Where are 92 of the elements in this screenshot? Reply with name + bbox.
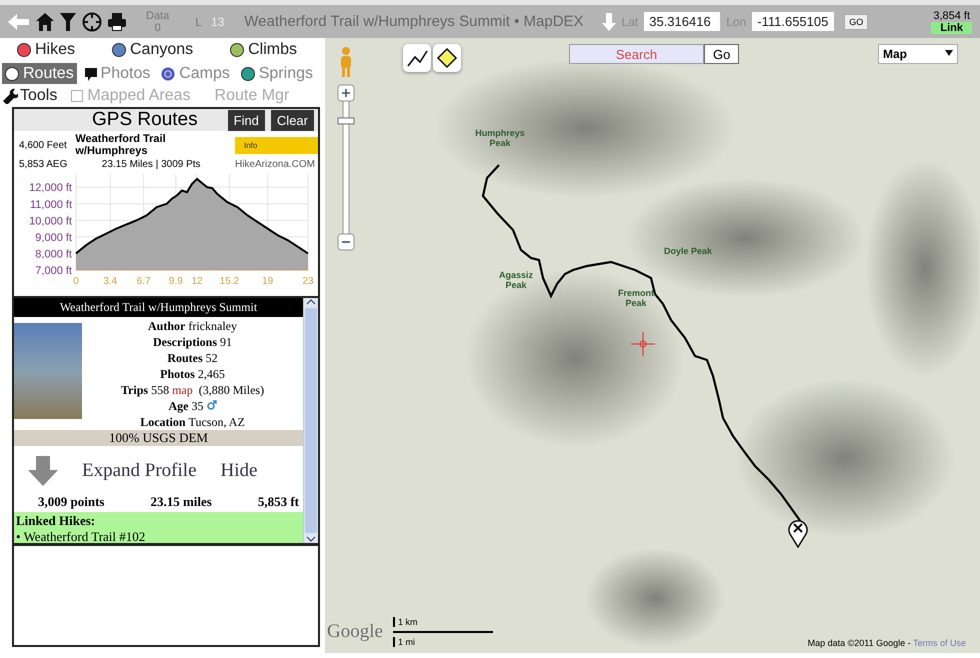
map-pin-icon (787, 518, 809, 548)
mapped-areas-label: Mapped Areas (87, 87, 191, 105)
go-button[interactable]: GO (844, 14, 868, 30)
profile-field: Descriptions 91 (153, 334, 232, 350)
lon-field[interactable]: -111.655105 (752, 12, 834, 31)
up-chevron-icon[interactable] (306, 298, 316, 306)
layer-toggle[interactable]: Climbs (227, 39, 300, 60)
crosshair-marker (630, 332, 656, 356)
data-label: Data (146, 10, 170, 22)
profile-field: Location Tucson, AZ (140, 414, 245, 430)
route-stat: 3,009 points (38, 494, 104, 510)
level-label: L (195, 14, 202, 28)
hide-link[interactable]: Hide (220, 460, 258, 482)
link-button[interactable]: Link (931, 22, 972, 34)
x-tick-label: 3.4 (103, 276, 118, 287)
wrench-icon (2, 88, 18, 104)
layer-toggle[interactable]: Hikes (14, 39, 78, 60)
zoom-slider-track[interactable] (342, 100, 350, 234)
map-attribution: Map data ©2011 Google - Terms of Use (808, 638, 966, 648)
linked-hike-link[interactable]: • Weatherford Trail #102 (16, 529, 301, 543)
panel-title: GPS Routes (91, 109, 199, 131)
zoom-slider-thumb[interactable] (338, 117, 354, 124)
printer-icon[interactable] (108, 12, 126, 30)
linked-hikes-heading: Linked Hikes: (16, 513, 96, 529)
profile-field: Routes 52 (167, 350, 218, 366)
profile-field: Trips 558 map (3,880 Miles) (120, 382, 264, 398)
topographic-map[interactable]: Search Go Map Humphreys Peak Agassiz Peak Fremont Peak Doyle Peak Google 1 km 1 mi Map data ©2011 Google - Terms of Use (325, 38, 980, 653)
route-summary: 23.15 Miles | 3009 Pts (100, 159, 202, 170)
route-stat: 5,853 ft (258, 494, 299, 510)
go-button[interactable]: Go (704, 44, 740, 64)
search-field[interactable]: Search (569, 44, 704, 64)
dem-source: 100% USGS DEM (14, 430, 303, 446)
tools-button[interactable]: Tools (2, 87, 58, 105)
down-chevron-icon[interactable] (306, 535, 316, 543)
panel-button[interactable]: Find (228, 110, 265, 130)
draw-line-button[interactable] (403, 44, 431, 72)
panel-button[interactable]: Clear (270, 110, 314, 130)
down-arrow-icon[interactable] (28, 456, 58, 486)
layer-toggle[interactable]: Canyons (108, 39, 196, 60)
map-logo: Google (327, 621, 383, 643)
layer-toggle[interactable]: Photos (82, 63, 154, 84)
route-stat: 23.15 miles (150, 494, 212, 510)
route-name: Weatherford Trail w/Humphreys (74, 133, 167, 157)
map-link[interactable]: map (172, 383, 193, 397)
zoom-in-button[interactable] (338, 84, 354, 102)
zoom-level: 13 (210, 14, 224, 28)
profile-field: Author fricknaley (148, 318, 237, 334)
y-tick-label: 11,000 ft (30, 198, 72, 211)
x-tick-label: 0 (73, 276, 79, 287)
profile-header: Weatherford Trail w/Humphreys Summit (14, 298, 303, 317)
lat-field[interactable]: 35.316416 (644, 12, 720, 31)
y-tick-label: 9,000 ft (35, 232, 72, 244)
checkbox[interactable] (71, 90, 84, 102)
y-tick-label: 8,000 ft (35, 248, 72, 260)
profile-field: Photos 2,465 (160, 366, 225, 382)
layer-toggle[interactable]: Camps (158, 63, 233, 84)
x-tick-label: 19 (262, 276, 274, 287)
source-text: HikeArizona.COM (234, 159, 316, 170)
profile-field: Age 35 (168, 398, 216, 414)
x-tick-label: 6.7 (136, 276, 151, 287)
data-count: 0 (154, 22, 161, 34)
x-tick-label: 12 (191, 276, 203, 287)
peak-label: Doyle Peak (663, 246, 713, 256)
map-type-dropdown[interactable]: Map (878, 44, 958, 64)
male-symbol-icon (206, 400, 216, 410)
x-tick-label: 23 (302, 276, 314, 287)
add-marker-button[interactable] (433, 44, 461, 72)
y-tick-label: 10,000 ft (29, 215, 72, 228)
y-tick-label: 12,000 ft (29, 182, 72, 194)
peak-label: Fremont Peak (617, 288, 655, 308)
x-tick-label: 15.2 (220, 276, 240, 287)
scale-label: 1 mi (393, 637, 493, 647)
elevation-readout: 3,854 ft (933, 10, 970, 22)
page-title: Weatherford Trail w/Humphreys Summit • MapDEX (244, 13, 584, 30)
filter-icon[interactable] (60, 12, 76, 30)
layer-toggle[interactable]: Routes (2, 63, 77, 84)
crosshair-icon[interactable] (82, 12, 102, 32)
layer-toggle[interactable]: Springs (238, 63, 316, 84)
elevation-text: 4,600 Feet (19, 140, 68, 150)
scale-label: 1 km (393, 617, 493, 627)
scrollbar[interactable] (303, 298, 318, 543)
expand-profile-link[interactable]: Expand Profile (82, 460, 197, 482)
caret-icon (945, 47, 953, 57)
speech-bubble-icon (84, 66, 97, 80)
peak-label: Agassiz Peak (498, 270, 534, 290)
x-tick-label: 9.9 (168, 276, 183, 287)
home-icon[interactable] (36, 12, 54, 30)
info-button[interactable]: Info (234, 136, 318, 154)
zoom-out-button[interactable] (338, 234, 354, 250)
aeg-text: 5,853 AEG (19, 159, 68, 170)
y-tick-label: 7,000 ft (35, 265, 72, 277)
peak-label: Humphreys Peak (475, 128, 525, 148)
